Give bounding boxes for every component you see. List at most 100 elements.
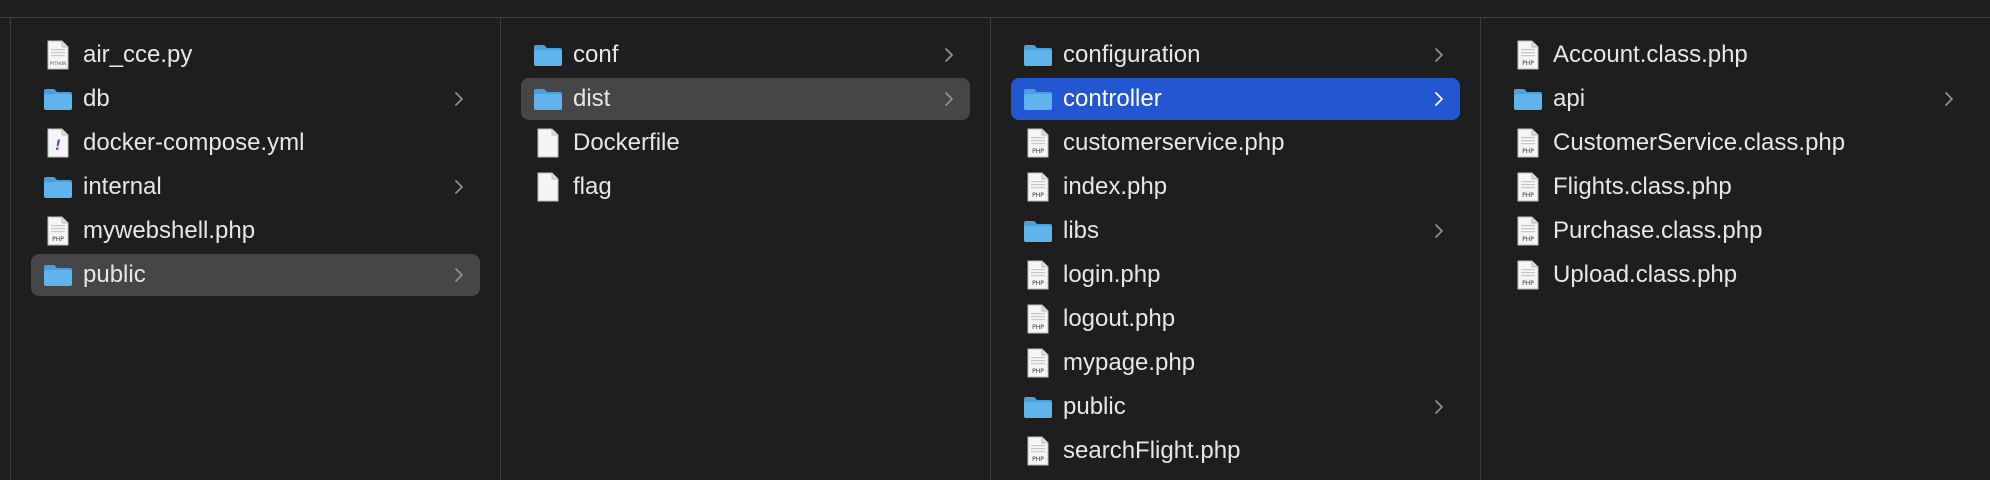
column-1: PYTHON air_cce.py db ! docker-compose.ym…	[10, 18, 500, 480]
php-file-icon: PHP	[1513, 260, 1543, 290]
folder-item-internal[interactable]: internal	[31, 166, 480, 208]
php-file-icon: PHP	[1023, 304, 1053, 334]
item-label: CustomerService.class.php	[1553, 129, 1846, 156]
folder-item-controller[interactable]: controller	[1011, 78, 1460, 120]
chevron-right-icon	[452, 266, 466, 284]
svg-text:PHP: PHP	[1522, 236, 1534, 243]
item-label: controller	[1063, 85, 1162, 112]
chevron-right-icon	[1432, 398, 1446, 416]
chevron-right-icon	[452, 178, 466, 196]
file-item-dockerfile[interactable]: Dockerfile	[521, 122, 970, 164]
php-file-icon: PHP	[1513, 172, 1543, 202]
svg-text:!: !	[55, 138, 61, 154]
file-item-index-php[interactable]: PHP index.php	[1011, 166, 1460, 208]
svg-text:PHP: PHP	[1032, 148, 1044, 155]
column-1-rows: PYTHON air_cce.py db ! docker-compose.ym…	[31, 34, 480, 298]
chevron-right-icon	[942, 90, 956, 108]
column-3: configuration controller PHP customerser…	[990, 18, 1480, 480]
file-item-mywebshell-php[interactable]: PHP mywebshell.php	[31, 210, 480, 252]
item-label: mywebshell.php	[83, 217, 256, 244]
svg-text:PHP: PHP	[1032, 192, 1044, 199]
column-2-rows: conf dist Dockerfile flag	[521, 34, 970, 210]
folder-icon	[43, 85, 73, 113]
item-label: libs	[1063, 217, 1100, 244]
svg-text:PHP: PHP	[1522, 60, 1534, 67]
item-label: customerservice.php	[1063, 129, 1285, 156]
folder-icon	[533, 85, 563, 113]
item-label: public	[1063, 393, 1126, 420]
column-3-rows: configuration controller PHP customerser…	[1011, 34, 1460, 474]
php-file-icon: PHP	[43, 216, 73, 246]
item-label: Dockerfile	[573, 129, 680, 156]
folder-icon	[1023, 85, 1053, 113]
svg-text:PHP: PHP	[1522, 192, 1534, 199]
folder-icon	[1513, 85, 1543, 113]
svg-text:PHP: PHP	[1032, 280, 1044, 287]
file-item-upload-class-php[interactable]: PHP Upload.class.php	[1501, 254, 1970, 296]
chevron-right-icon	[1432, 46, 1446, 64]
folder-icon	[1023, 393, 1053, 421]
svg-text:PHP: PHP	[1522, 148, 1534, 155]
column-4: PHP Account.class.php api PHP CustomerSe…	[1480, 18, 1990, 480]
folder-icon	[43, 261, 73, 289]
item-label: internal	[83, 173, 162, 200]
folder-icon	[533, 41, 563, 69]
svg-text:PYTHON: PYTHON	[50, 61, 66, 66]
column-4-rows: PHP Account.class.php api PHP CustomerSe…	[1501, 34, 1970, 298]
folder-item-api[interactable]: api	[1501, 78, 1970, 120]
svg-text:PHP: PHP	[1522, 280, 1534, 287]
document-icon	[533, 172, 563, 202]
folder-item-db[interactable]: db	[31, 78, 480, 120]
folder-icon	[43, 173, 73, 201]
column-2: conf dist Dockerfile flag	[500, 18, 990, 480]
svg-text:PHP: PHP	[52, 236, 64, 243]
item-label: api	[1553, 85, 1586, 112]
file-item-account-class-php[interactable]: PHP Account.class.php	[1501, 34, 1970, 76]
item-label: configuration	[1063, 41, 1201, 68]
php-file-icon: PHP	[1023, 128, 1053, 158]
item-label: Purchase.class.php	[1553, 217, 1763, 244]
php-file-icon: PHP	[1513, 128, 1543, 158]
folder-item-conf[interactable]: conf	[521, 34, 970, 76]
folder-icon	[1023, 41, 1053, 69]
folder-item-public[interactable]: public	[1011, 386, 1460, 428]
chevron-right-icon	[1942, 90, 1956, 108]
chevron-right-icon	[1432, 90, 1446, 108]
item-label: dist	[573, 85, 611, 112]
file-item-docker-compose-yml[interactable]: ! docker-compose.yml	[31, 122, 480, 164]
chevron-right-icon	[452, 90, 466, 108]
folder-item-configuration[interactable]: configuration	[1011, 34, 1460, 76]
file-item-login-php[interactable]: PHP login.php	[1011, 254, 1460, 296]
item-label: air_cce.py	[83, 41, 193, 68]
php-file-icon: PHP	[1513, 216, 1543, 246]
svg-text:PHP: PHP	[1032, 368, 1044, 375]
chevron-right-icon	[942, 46, 956, 64]
php-file-icon: PHP	[1023, 348, 1053, 378]
file-item-flag[interactable]: flag	[521, 166, 970, 208]
file-item-flights-class-php[interactable]: PHP Flights.class.php	[1501, 166, 1970, 208]
svg-text:PHP: PHP	[1032, 456, 1044, 463]
item-label: db	[83, 85, 110, 112]
item-label: searchFlight.php	[1063, 437, 1241, 464]
file-item-customerservice-class-php[interactable]: PHP CustomerService.class.php	[1501, 122, 1970, 164]
document-icon	[533, 128, 563, 158]
folder-item-dist[interactable]: dist	[521, 78, 970, 120]
folder-item-libs[interactable]: libs	[1011, 210, 1460, 252]
item-label: Flights.class.php	[1553, 173, 1732, 200]
file-item-air-cce-py[interactable]: PYTHON air_cce.py	[31, 34, 480, 76]
file-item-purchase-class-php[interactable]: PHP Purchase.class.php	[1501, 210, 1970, 252]
svg-text:PHP: PHP	[1032, 324, 1044, 331]
file-item-searchflight-php[interactable]: PHP searchFlight.php	[1011, 430, 1460, 472]
item-label: login.php	[1063, 261, 1161, 288]
folder-item-public[interactable]: public	[31, 254, 480, 296]
file-item-logout-php[interactable]: PHP logout.php	[1011, 298, 1460, 340]
item-label: public	[83, 261, 146, 288]
php-file-icon: PHP	[1513, 40, 1543, 70]
item-label: flag	[573, 173, 612, 200]
item-label: Account.class.php	[1553, 41, 1748, 68]
php-file-icon: PHP	[1023, 260, 1053, 290]
file-item-mypage-php[interactable]: PHP mypage.php	[1011, 342, 1460, 384]
file-item-customerservice-php[interactable]: PHP customerservice.php	[1011, 122, 1460, 164]
item-label: mypage.php	[1063, 349, 1196, 376]
php-file-icon: PHP	[1023, 436, 1053, 466]
